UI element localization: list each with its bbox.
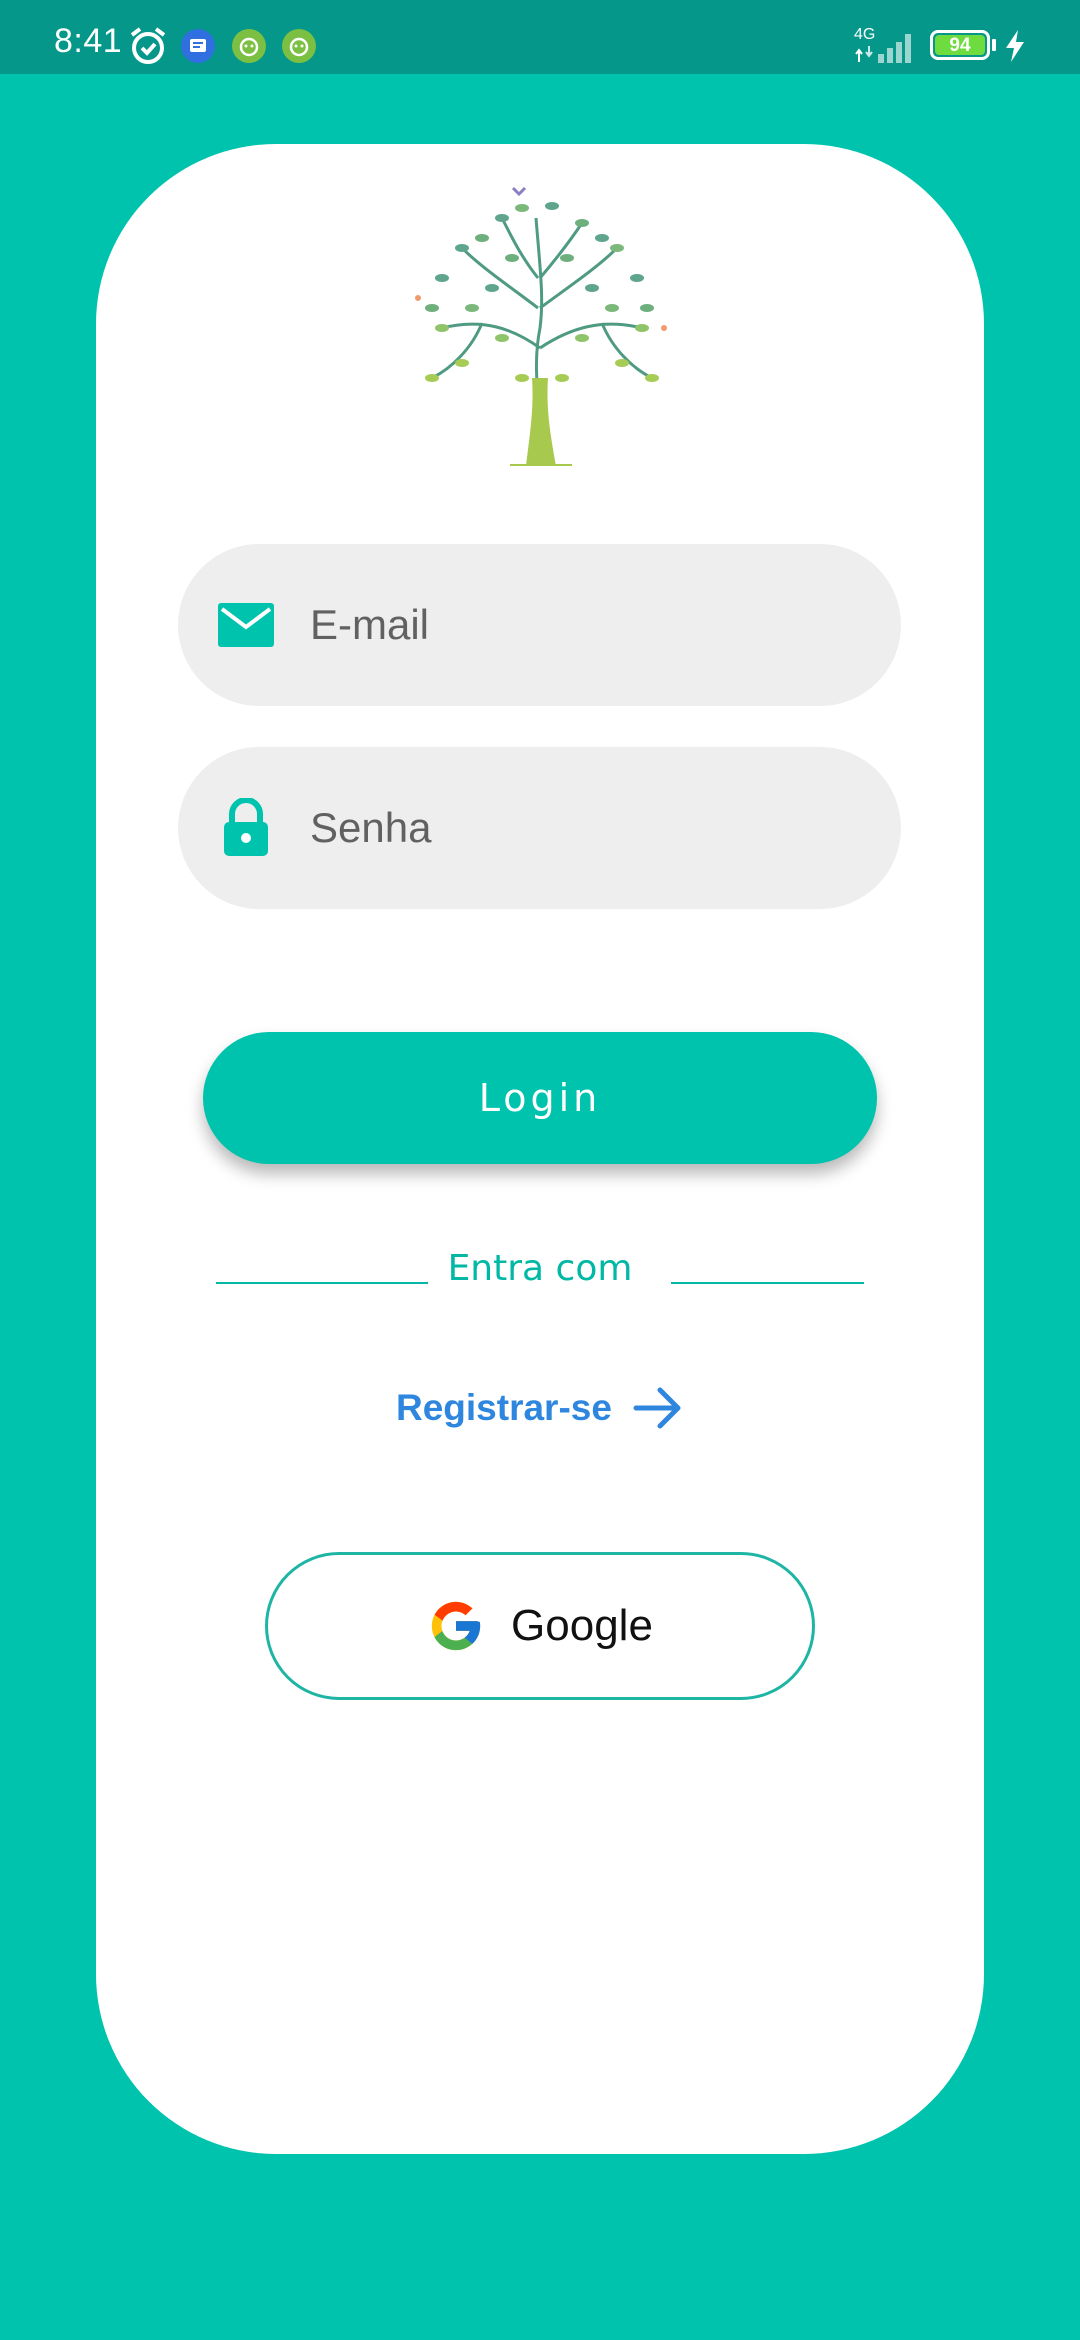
divider-line-right: [671, 1282, 864, 1284]
tree-logo: [415, 186, 667, 466]
app-notification-icon: [282, 29, 316, 63]
divider-label: Entra com: [447, 1248, 633, 1289]
arrow-right-icon: [633, 1387, 681, 1429]
envelope-icon: [218, 603, 274, 647]
alarm-icon: [130, 27, 166, 64]
register-link[interactable]: Registrar-se: [396, 1378, 684, 1438]
email-input[interactable]: [310, 544, 870, 706]
app-notification-icon: [232, 29, 266, 63]
login-button[interactable]: Login: [203, 1032, 877, 1164]
password-input[interactable]: [310, 747, 870, 909]
battery-icon: 94: [930, 30, 990, 60]
register-label: Registrar-se: [396, 1387, 612, 1428]
lock-icon: [224, 798, 268, 856]
charging-icon: [1006, 30, 1024, 62]
battery-cap: [992, 39, 996, 51]
email-field[interactable]: [178, 544, 901, 706]
password-field[interactable]: [178, 747, 901, 909]
status-bar: 8:41 4G 94: [0, 0, 1080, 74]
google-signin-button[interactable]: Google: [265, 1552, 815, 1700]
message-notification-icon: [181, 29, 215, 63]
battery-level: 94: [949, 35, 971, 56]
divider-line-left: [216, 1282, 428, 1284]
google-label: Google: [511, 1601, 653, 1650]
google-icon: [431, 1601, 481, 1651]
status-time: 8:41: [54, 22, 123, 60]
signal-icon: [855, 34, 911, 63]
